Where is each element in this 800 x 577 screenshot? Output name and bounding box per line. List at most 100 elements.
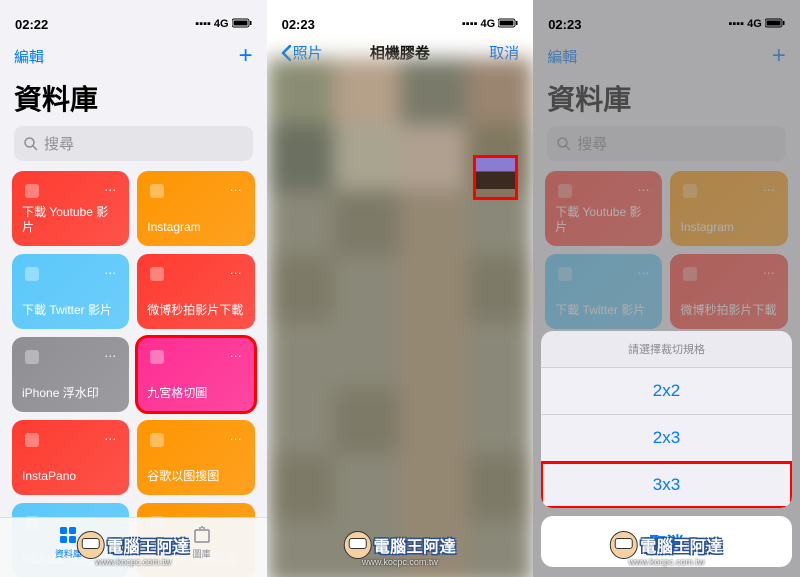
sheet-option-3x3[interactable]: 3x3 bbox=[541, 462, 792, 508]
sheet-header: 請選擇裁切規格 bbox=[541, 331, 792, 368]
search-input[interactable]: 搜尋 bbox=[14, 126, 253, 161]
tab-library-label: 資料庫 bbox=[55, 547, 82, 560]
shortcut-tile[interactable]: ⋯下載 Youtube 影片 bbox=[12, 171, 129, 246]
photo-thumbnail[interactable] bbox=[333, 322, 400, 388]
photo-thumbnail[interactable] bbox=[400, 454, 467, 520]
photo-thumbnail[interactable] bbox=[400, 520, 467, 577]
shortcut-tile[interactable]: ⋯ 下載 Twitter 影片 bbox=[12, 254, 129, 329]
photo-thumbnail[interactable] bbox=[267, 388, 334, 454]
more-icon[interactable]: ⋯ bbox=[760, 264, 778, 282]
photo-thumbnail[interactable] bbox=[267, 190, 334, 256]
tile-label: Instagram bbox=[147, 220, 244, 234]
photo-thumbnail[interactable] bbox=[400, 190, 467, 256]
status-bar: 02:23 ▪▪▪▪ 4G bbox=[533, 0, 800, 38]
tile-label: 九宮格切圖 bbox=[147, 386, 244, 400]
more-icon[interactable]: ⋯ bbox=[227, 264, 245, 282]
status-bar: 02:22 ▪▪▪▪ 4G bbox=[0, 0, 267, 38]
photo-thumbnail[interactable] bbox=[267, 58, 334, 124]
shortcut-tile[interactable]: ⋯谷歌以图搜图 bbox=[137, 420, 254, 495]
shortcut-tile[interactable]: ⋯ 九宮格切圖 bbox=[137, 337, 254, 412]
sheet-option-2x3[interactable]: 2x3 bbox=[541, 415, 792, 462]
network-label: 4G bbox=[214, 18, 229, 30]
photo-thumbnail[interactable] bbox=[467, 58, 534, 124]
photo-thumbnail[interactable] bbox=[400, 124, 467, 190]
more-icon[interactable]: ⋯ bbox=[760, 181, 778, 199]
shortcut-tile[interactable]: ⋯微博秒拍影片下載 bbox=[670, 254, 787, 329]
shortcut-icon bbox=[22, 430, 42, 450]
photo-grid[interactable] bbox=[267, 58, 534, 577]
tab-library[interactable]: 資料庫 bbox=[55, 525, 82, 560]
more-icon[interactable]: ⋯ bbox=[101, 181, 119, 199]
shortcut-tile[interactable]: ⋯Instagram bbox=[670, 171, 787, 246]
shortcut-icon bbox=[22, 347, 42, 367]
photo-thumbnail[interactable] bbox=[400, 388, 467, 454]
sheet-option-2x2[interactable]: 2x2 bbox=[541, 368, 792, 415]
photo-thumbnail[interactable] bbox=[333, 190, 400, 256]
photo-thumbnail[interactable] bbox=[333, 388, 400, 454]
photo-thumbnail[interactable] bbox=[400, 256, 467, 322]
search-icon bbox=[24, 137, 38, 151]
photo-thumbnail[interactable] bbox=[467, 322, 534, 388]
add-button[interactable]: + bbox=[239, 42, 253, 70]
selected-photo-thumb[interactable] bbox=[473, 155, 518, 200]
shortcut-tile[interactable]: ⋯ iPhone 浮水印 bbox=[12, 337, 129, 412]
photo-thumbnail[interactable] bbox=[267, 256, 334, 322]
shortcut-icon bbox=[555, 181, 575, 201]
photo-thumbnail[interactable] bbox=[267, 322, 334, 388]
shortcut-icon bbox=[22, 264, 42, 284]
screen-library: 02:22 ▪▪▪▪ 4G 編輯 + 資料庫 搜尋 ⋯下載 Youtube 影片… bbox=[0, 0, 267, 577]
sheet-cancel-button[interactable]: 取消 bbox=[541, 516, 792, 567]
photo-thumbnail[interactable] bbox=[467, 388, 534, 454]
screen-action-sheet: 02:23 ▪▪▪▪ 4G 編輯 + 資料庫 搜尋 ⋯下載 Youtube 影片… bbox=[533, 0, 800, 577]
tile-label: 下載 Twitter 影片 bbox=[555, 303, 652, 317]
photo-thumbnail[interactable] bbox=[267, 454, 334, 520]
photo-thumbnail[interactable] bbox=[333, 124, 400, 190]
photo-thumbnail[interactable] bbox=[333, 58, 400, 124]
more-icon[interactable]: ⋯ bbox=[101, 430, 119, 448]
more-icon[interactable]: ⋯ bbox=[634, 264, 652, 282]
more-icon[interactable]: ⋯ bbox=[227, 347, 245, 365]
photo-thumbnail[interactable] bbox=[333, 520, 400, 577]
tile-label: 下載 Twitter 影片 bbox=[22, 303, 119, 317]
battery-icon bbox=[232, 18, 252, 31]
add-button[interactable]: + bbox=[772, 42, 786, 70]
signal-icon: ▪▪▪▪ bbox=[195, 18, 211, 30]
shortcut-tile[interactable]: ⋯ Instagram bbox=[137, 171, 254, 246]
more-icon[interactable]: ⋯ bbox=[101, 347, 119, 365]
photo-thumbnail[interactable] bbox=[267, 124, 334, 190]
more-icon[interactable]: ⋯ bbox=[101, 264, 119, 282]
battery-icon bbox=[498, 18, 518, 31]
photo-thumbnail[interactable] bbox=[467, 454, 534, 520]
photo-thumbnail[interactable] bbox=[467, 256, 534, 322]
shortcut-icon bbox=[147, 264, 167, 284]
shortcut-tile[interactable]: ⋯ 下載 Twitter 影片 bbox=[545, 254, 662, 329]
more-icon[interactable]: ⋯ bbox=[227, 181, 245, 199]
status-time: 02:22 bbox=[15, 17, 48, 32]
edit-button[interactable]: 編輯 bbox=[14, 46, 44, 67]
shortcut-tile[interactable]: ⋯ 下載 Youtube 影片 bbox=[545, 171, 662, 246]
shortcut-icon bbox=[680, 181, 700, 201]
photo-thumbnail[interactable] bbox=[333, 454, 400, 520]
signal-icon: ▪▪▪▪ bbox=[728, 18, 744, 30]
photo-thumbnail[interactable] bbox=[333, 256, 400, 322]
tile-label: 下載 Youtube 影片 bbox=[555, 205, 652, 234]
photo-thumbnail[interactable] bbox=[467, 520, 534, 577]
more-icon[interactable]: ⋯ bbox=[634, 181, 652, 199]
edit-button[interactable]: 編輯 bbox=[547, 46, 577, 67]
more-icon[interactable]: ⋯ bbox=[227, 430, 245, 448]
search-input[interactable]: 搜尋 bbox=[547, 126, 786, 161]
grid-icon bbox=[58, 525, 78, 545]
shortcut-tile[interactable]: ⋯InstaPano bbox=[12, 420, 129, 495]
search-placeholder: 搜尋 bbox=[577, 133, 607, 154]
shortcut-tile[interactable]: ⋯ 微博秒拍影片下載 bbox=[137, 254, 254, 329]
photo-thumbnail[interactable] bbox=[400, 58, 467, 124]
photo-thumbnail[interactable] bbox=[400, 322, 467, 388]
tab-gallery[interactable]: 圖庫 bbox=[192, 525, 212, 560]
signal-icon: ▪▪▪▪ bbox=[462, 18, 478, 30]
photo-thumbnail[interactable] bbox=[267, 520, 334, 577]
shortcut-icon bbox=[680, 264, 700, 284]
tile-label: 微博秒拍影片下載 bbox=[147, 303, 244, 317]
status-indicators: ▪▪▪▪ 4G bbox=[195, 18, 251, 31]
tile-label: iPhone 浮水印 bbox=[22, 386, 119, 400]
screen-photo-picker: 02:23 ▪▪▪▪ 4G 照片 相機膠卷 取消 電腦王阿達 www.kocpc… bbox=[267, 0, 534, 577]
